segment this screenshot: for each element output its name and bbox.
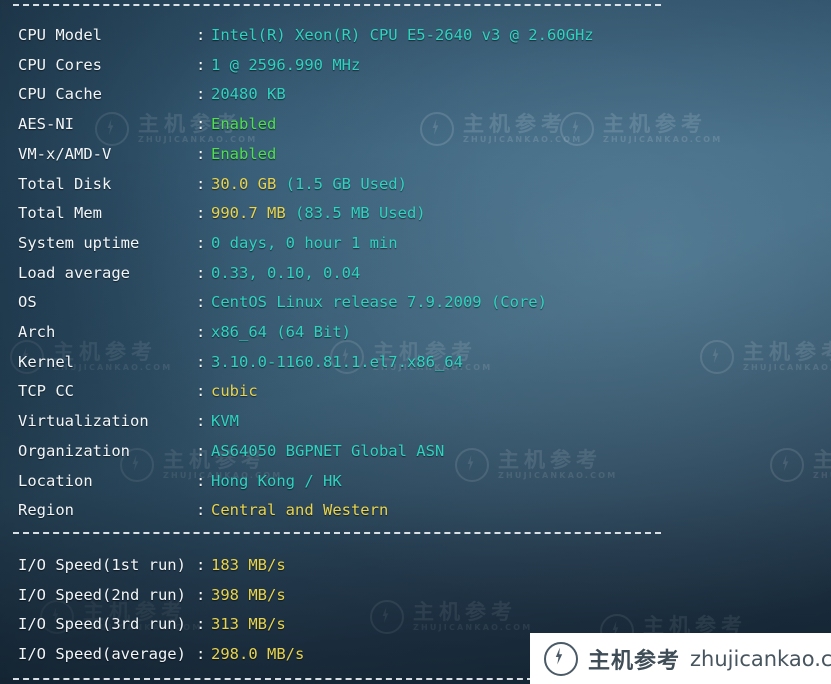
info-colon: : <box>196 412 206 430</box>
info-label: I/O Speed(average) <box>18 645 186 663</box>
info-row: I/O Speed(1st run):183 MB/s <box>18 551 286 581</box>
info-colon: : <box>196 382 206 400</box>
info-row: Organization: AS64050 BGPNET Global ASN <box>18 437 444 467</box>
info-colon: : <box>196 175 206 193</box>
info-value: Intel(R) Xeon(R) CPU E5-2640 v3 @ 2.60GH… <box>211 26 594 44</box>
info-value: Enabled <box>211 115 277 133</box>
info-row: Load average:0.33, 0.10, 0.04 <box>18 259 360 289</box>
info-row: Arch: x86_64 (64 Bit) <box>18 318 351 348</box>
info-row: OS: CentOS Linux release 7.9.2009 (Core) <box>18 288 547 318</box>
info-row: I/O Speed(3rd run):313 MB/s <box>18 610 286 640</box>
info-value: 298.0 MB/s <box>211 645 305 663</box>
info-label: VM-x/AMD-V <box>18 145 112 163</box>
info-label: Virtualization <box>18 412 149 430</box>
info-label: I/O Speed(3rd run) <box>18 615 186 633</box>
info-colon: : <box>196 234 206 252</box>
info-label: CPU Model <box>18 26 102 44</box>
info-value: 183 MB/s <box>211 556 286 574</box>
info-row: CPU Cores:1 @ 2596.990 MHz <box>18 51 360 81</box>
info-row: System uptime:0 days, 0 hour 1 min <box>18 229 398 259</box>
info-colon: : <box>196 56 206 74</box>
info-row: VM-x/AMD-V: Enabled <box>18 140 276 170</box>
info-value: 313 MB/s <box>211 615 286 633</box>
info-colon: : <box>196 586 206 604</box>
bottom-divider <box>13 678 533 680</box>
info-value: Central and Western <box>211 501 389 519</box>
info-row: Virtualization: KVM <box>18 407 239 437</box>
middle-divider <box>13 532 661 534</box>
badge-domain: zhujicankao.com <box>690 646 831 671</box>
info-value: 30.0 GB <box>211 175 277 193</box>
info-colon: : <box>196 645 206 663</box>
top-divider <box>13 4 661 6</box>
info-value: KVM <box>211 412 239 430</box>
info-label: Organization <box>18 442 130 460</box>
info-colon: : <box>196 26 206 44</box>
info-colon: : <box>196 204 206 222</box>
badge-logo-icon <box>544 641 578 676</box>
info-label: CPU Cache <box>18 85 102 103</box>
info-value-suffix: (83.5 MB Used) <box>285 204 426 222</box>
info-value: Enabled <box>211 145 277 163</box>
info-colon: : <box>196 264 206 282</box>
info-colon: : <box>196 115 206 133</box>
info-colon: : <box>196 323 206 341</box>
info-label: Arch <box>18 323 56 341</box>
info-label: Load average <box>18 264 130 282</box>
info-value: 990.7 MB <box>211 204 286 222</box>
info-row: CPU Cache:20480 KB <box>18 80 286 110</box>
info-colon: : <box>196 615 206 633</box>
info-label: System uptime <box>18 234 140 252</box>
info-label: CPU Cores <box>18 56 102 74</box>
info-value: AS64050 BGPNET Global ASN <box>211 442 445 460</box>
info-value: 20480 KB <box>211 85 286 103</box>
info-label: TCP CC <box>18 382 74 400</box>
site-badge: 主机参考 zhujicankao.com <box>530 633 831 684</box>
info-row: Location: Hong Kong / HK <box>18 467 342 497</box>
info-value: CentOS Linux release 7.9.2009 (Core) <box>211 293 547 311</box>
info-label: I/O Speed(1st run) <box>18 556 186 574</box>
info-value: cubic <box>211 382 258 400</box>
info-colon: : <box>196 501 206 519</box>
info-colon: : <box>196 85 206 103</box>
info-value: 1 @ 2596.990 MHz <box>211 56 361 74</box>
info-label: I/O Speed(2nd run) <box>18 586 186 604</box>
info-value: 3.10.0-1160.81.1.el7.x86_64 <box>211 353 463 371</box>
info-row: TCP CC: cubic <box>18 377 258 407</box>
info-row: I/O Speed(2nd run):398 MB/s <box>18 581 286 611</box>
info-row: I/O Speed(average):298.0 MB/s <box>18 640 304 670</box>
info-colon: : <box>196 353 206 371</box>
info-row: Kernel:3.10.0-1160.81.1.el7.x86_64 <box>18 348 463 378</box>
info-colon: : <box>196 556 206 574</box>
info-label: OS <box>18 293 37 311</box>
info-label: Location <box>18 472 93 490</box>
badge-brand-cn: 主机参考 <box>588 648 681 674</box>
info-colon: : <box>196 293 206 311</box>
info-value: 0.33, 0.10, 0.04 <box>211 264 361 282</box>
terminal-output: CPU Model: Intel(R) Xeon(R) CPU E5-2640 v… <box>0 0 831 684</box>
info-colon: : <box>196 145 206 163</box>
info-value: x86_64 (64 Bit) <box>211 323 351 341</box>
info-row: Region: Central and Western <box>18 496 388 526</box>
info-label: AES-NI <box>18 115 74 133</box>
info-colon: : <box>196 442 206 460</box>
info-row: AES-NI: Enabled <box>18 110 276 140</box>
info-row: Total Disk:30.0 GB (1.5 GB Used) <box>18 170 407 200</box>
info-label: Total Disk <box>18 175 112 193</box>
terminal-screenshot: 主机参考 ZHUJICANKAO.COM 主机参考 ZHUJICANKAO.COM 主机… <box>0 0 831 684</box>
info-value: 0 days, 0 hour 1 min <box>211 234 398 252</box>
info-colon: : <box>196 472 206 490</box>
info-label: Kernel <box>18 353 74 371</box>
info-value: 398 MB/s <box>211 586 286 604</box>
info-label: Region <box>18 501 74 519</box>
info-label: Total Mem <box>18 204 102 222</box>
info-row: Total Mem:990.7 MB (83.5 MB Used) <box>18 199 426 229</box>
info-value-suffix: (1.5 GB Used) <box>276 175 407 193</box>
info-row: CPU Model: Intel(R) Xeon(R) CPU E5-2640 v… <box>18 21 594 51</box>
info-value: Hong Kong / HK <box>211 472 342 490</box>
